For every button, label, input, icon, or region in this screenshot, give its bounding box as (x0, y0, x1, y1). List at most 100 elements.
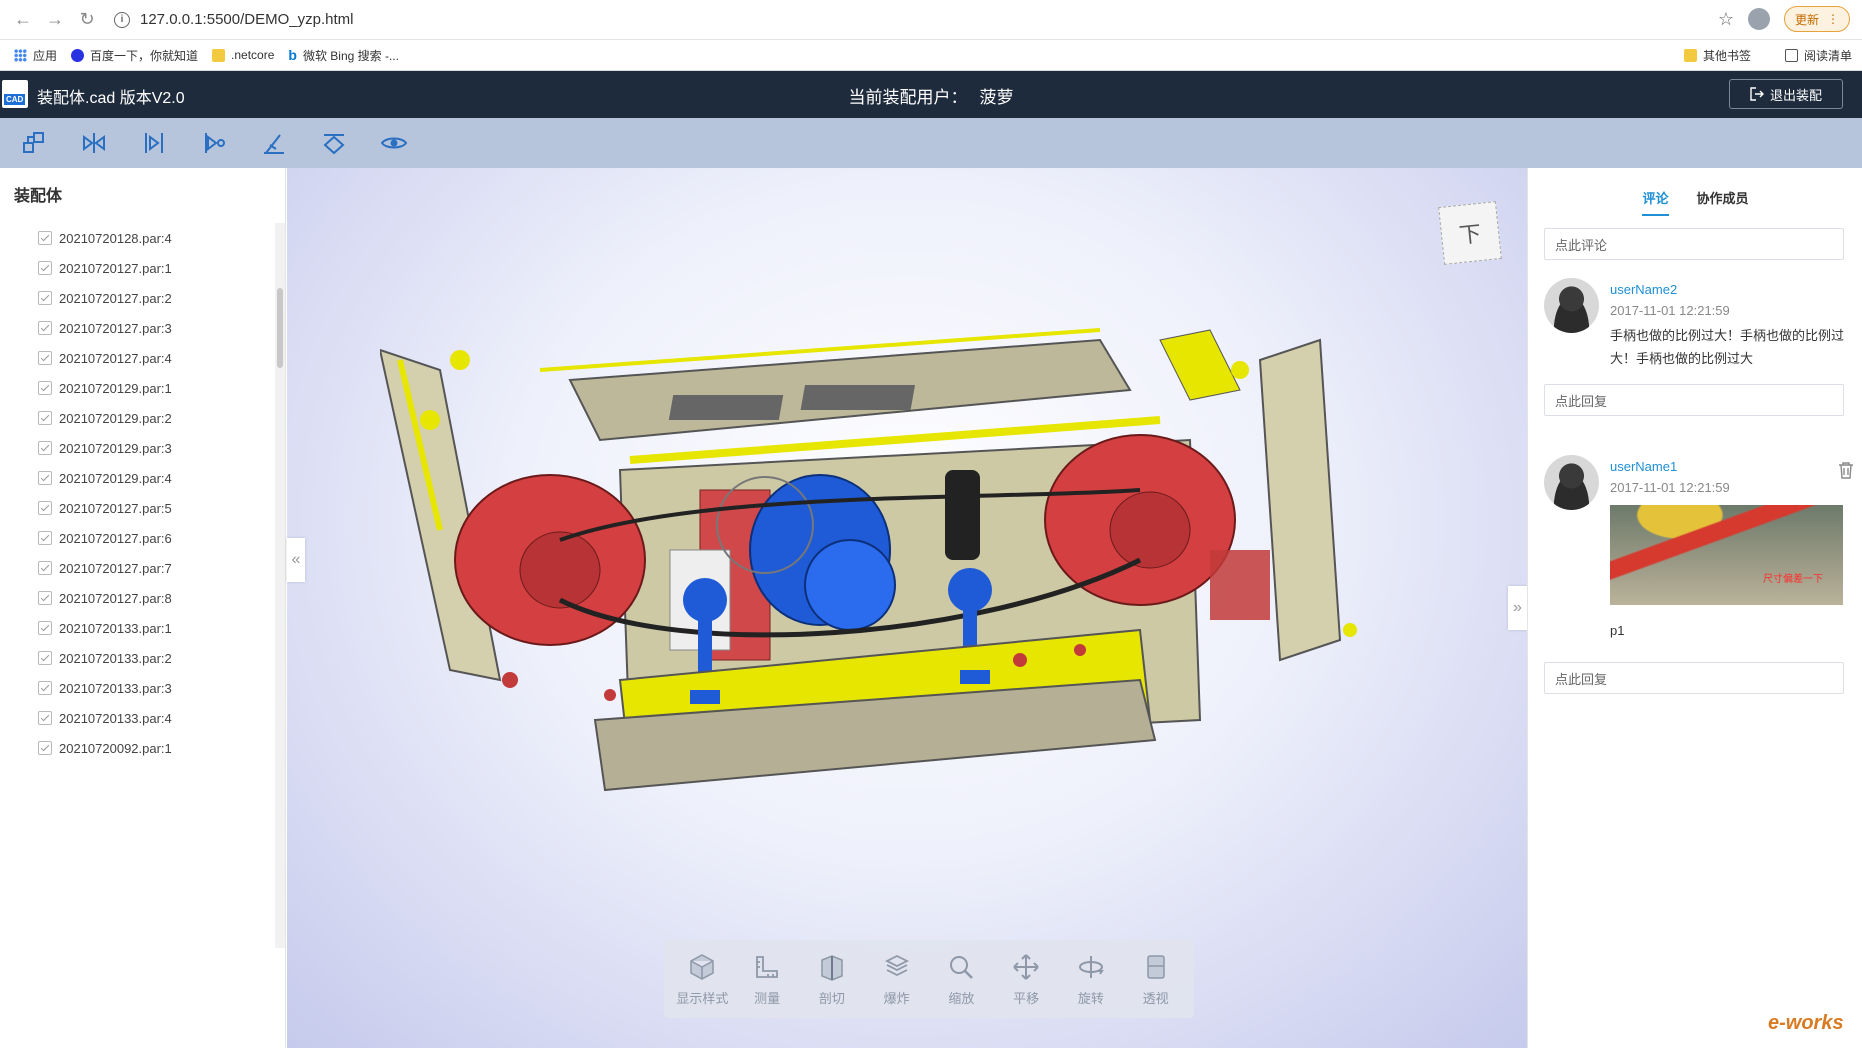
checkbox-icon[interactable] (38, 381, 52, 395)
tree-item[interactable]: 20210720129.par:3 (0, 433, 280, 463)
align-icon[interactable] (138, 127, 170, 159)
measure-button[interactable]: 测量 (736, 952, 798, 1007)
comment-image[interactable]: 尺寸偏差一下 (1610, 505, 1843, 605)
view-cube[interactable]: 下 (1438, 201, 1502, 265)
tree-item[interactable]: 20210720129.par:1 (0, 373, 280, 403)
comment-input[interactable]: 点此评论 (1544, 228, 1844, 260)
checkbox-icon[interactable] (38, 711, 52, 725)
rotate-button[interactable]: 旋转 (1060, 952, 1122, 1007)
current-user: 当前装配用户： 菠萝 (848, 88, 1014, 107)
tree-item[interactable]: 20210720133.par:2 (0, 643, 280, 673)
trash-icon[interactable] (1838, 461, 1854, 479)
pan-button[interactable]: 平移 (995, 952, 1057, 1007)
bookmark-reading-list[interactable]: 阅读清单 (1784, 47, 1852, 64)
checkbox-icon[interactable] (38, 651, 52, 665)
checkbox-icon[interactable] (38, 561, 52, 575)
collapse-left-panel-button[interactable]: « (287, 538, 305, 582)
tab-members[interactable]: 协作成员 (1697, 168, 1749, 216)
assembly-model-render[interactable] (380, 300, 1440, 860)
comment-user[interactable]: userName1 (1610, 459, 1850, 474)
tree-item[interactable]: 20210720127.par:3 (0, 313, 280, 343)
more-menu-icon: ⋮ (1827, 12, 1839, 26)
bookmark-star-icon[interactable]: ☆ (1718, 9, 1734, 30)
angle-constraint-icon[interactable] (258, 127, 290, 159)
comment-user[interactable]: userName2 (1610, 282, 1850, 297)
tool-bar (0, 118, 1862, 168)
address-bar[interactable]: i 127.0.0.1:5500/DEMO_yzp.html (114, 5, 1714, 35)
back-icon[interactable]: ← (10, 7, 36, 33)
exit-assembly-button[interactable]: 退出装配 (1729, 79, 1843, 109)
tree-item-label: 20210720127.par:8 (59, 590, 172, 606)
3d-viewport[interactable]: 下 (287, 168, 1527, 1048)
tree-scroll-thumb[interactable] (277, 288, 283, 368)
checkbox-icon[interactable] (38, 321, 52, 335)
tree-item[interactable]: 20210720127.par:4 (0, 343, 280, 373)
exit-icon (1750, 87, 1764, 101)
tree-item[interactable]: 20210720133.par:4 (0, 703, 280, 733)
checkbox-icon[interactable] (38, 531, 52, 545)
checkbox-icon[interactable] (38, 591, 52, 605)
checkbox-icon[interactable] (38, 411, 52, 425)
assembly-tree: 20210720128.par:4 20210720127.par:1 202107… (0, 223, 280, 948)
bookmark-apps[interactable]: 应用 (14, 47, 57, 64)
watermark-logo: e-works (1768, 1012, 1844, 1034)
checkbox-icon[interactable] (38, 621, 52, 635)
collapse-right-panel-button[interactable]: » (1508, 586, 1527, 630)
comment-item: userName2 2017-11-01 12:21:59 手柄也做的比例过大！… (1544, 278, 1854, 368)
checkbox-icon[interactable] (38, 441, 52, 455)
reload-icon[interactable]: ↻ (74, 7, 100, 33)
tree-item-label: 20210720129.par:2 (59, 410, 172, 426)
explode-button[interactable]: 爆炸 (866, 952, 928, 1007)
visibility-eye-icon[interactable] (378, 127, 410, 159)
plane-constraint-icon[interactable] (318, 127, 350, 159)
checkbox-icon[interactable] (38, 501, 52, 515)
reply-input[interactable]: 点此回复 (1544, 384, 1844, 416)
tree-item[interactable]: 20210720127.par:7 (0, 553, 280, 583)
tree-item[interactable]: 20210720127.par:5 (0, 493, 280, 523)
display-style-button[interactable]: 显示样式 (671, 952, 733, 1007)
bookmark-netcore[interactable]: .netcore (212, 48, 274, 62)
tree-item-label: 20210720129.par:3 (59, 440, 172, 456)
checkbox-icon[interactable] (38, 741, 52, 755)
checkbox-icon[interactable] (38, 351, 52, 365)
assembly-panel: 装配体 20210720128.par:4 20210720127.par:1 20… (0, 168, 286, 1048)
update-button[interactable]: 更新 ⋮ (1783, 6, 1850, 32)
tree-item[interactable]: 20210720129.par:4 (0, 463, 280, 493)
tree-item[interactable]: 20210720128.par:4 (0, 223, 280, 253)
profile-avatar-icon[interactable] (1747, 8, 1770, 30)
checkbox-icon[interactable] (38, 471, 52, 485)
forward-icon[interactable]: → (42, 7, 68, 33)
reply-input[interactable]: 点此回复 (1544, 662, 1844, 694)
zoom-button[interactable]: 缩放 (930, 952, 992, 1007)
bookmark-other[interactable]: 其他书签 (1683, 47, 1751, 64)
tree-item[interactable]: 20210720133.par:1 (0, 613, 280, 643)
tree-item[interactable]: 20210720092.par:1 (0, 733, 280, 763)
tree-item[interactable]: 20210720133.par:3 (0, 673, 280, 703)
tree-item-label: 20210720127.par:4 (59, 350, 172, 366)
assembly-tree-icon[interactable] (18, 127, 50, 159)
tree-scrollbar[interactable] (275, 223, 285, 948)
rotate-icon (1078, 955, 1104, 978)
axis-constraint-icon[interactable] (198, 127, 230, 159)
perspective-button[interactable]: 透视 (1125, 952, 1187, 1007)
comment-time: 2017-11-01 12:21:59 (1610, 303, 1730, 318)
checkbox-icon[interactable] (38, 681, 52, 695)
checkbox-icon[interactable] (38, 231, 52, 245)
tree-item[interactable]: 20210720127.par:1 (0, 253, 280, 283)
tree-item[interactable]: 20210720127.par:2 (0, 283, 280, 313)
tab-comments[interactable]: 评论 (1642, 168, 1669, 216)
tree-item-label: 20210720092.par:1 (59, 740, 172, 756)
checkbox-icon[interactable] (38, 261, 52, 275)
app-header: CAD 装配体.cad 版本V2.0 当前装配用户： 菠萝 退出装配 (0, 71, 1862, 118)
tree-item-label: 20210720133.par:3 (59, 680, 172, 696)
tree-item[interactable]: 20210720127.par:8 (0, 583, 280, 613)
bookmark-baidu[interactable]: 百度一下，你就知道 (71, 47, 198, 64)
checkbox-icon[interactable] (38, 291, 52, 305)
tree-item[interactable]: 20210720129.par:2 (0, 403, 280, 433)
tree-item-label: 20210720127.par:1 (59, 260, 172, 276)
tree-item[interactable]: 20210720127.par:6 (0, 523, 280, 553)
site-info-icon[interactable]: i (114, 11, 130, 28)
mirror-icon[interactable] (78, 127, 110, 159)
bookmark-bing[interactable]: b 微软 Bing 搜索 -... (288, 47, 399, 64)
section-button[interactable]: 剖切 (801, 952, 863, 1007)
